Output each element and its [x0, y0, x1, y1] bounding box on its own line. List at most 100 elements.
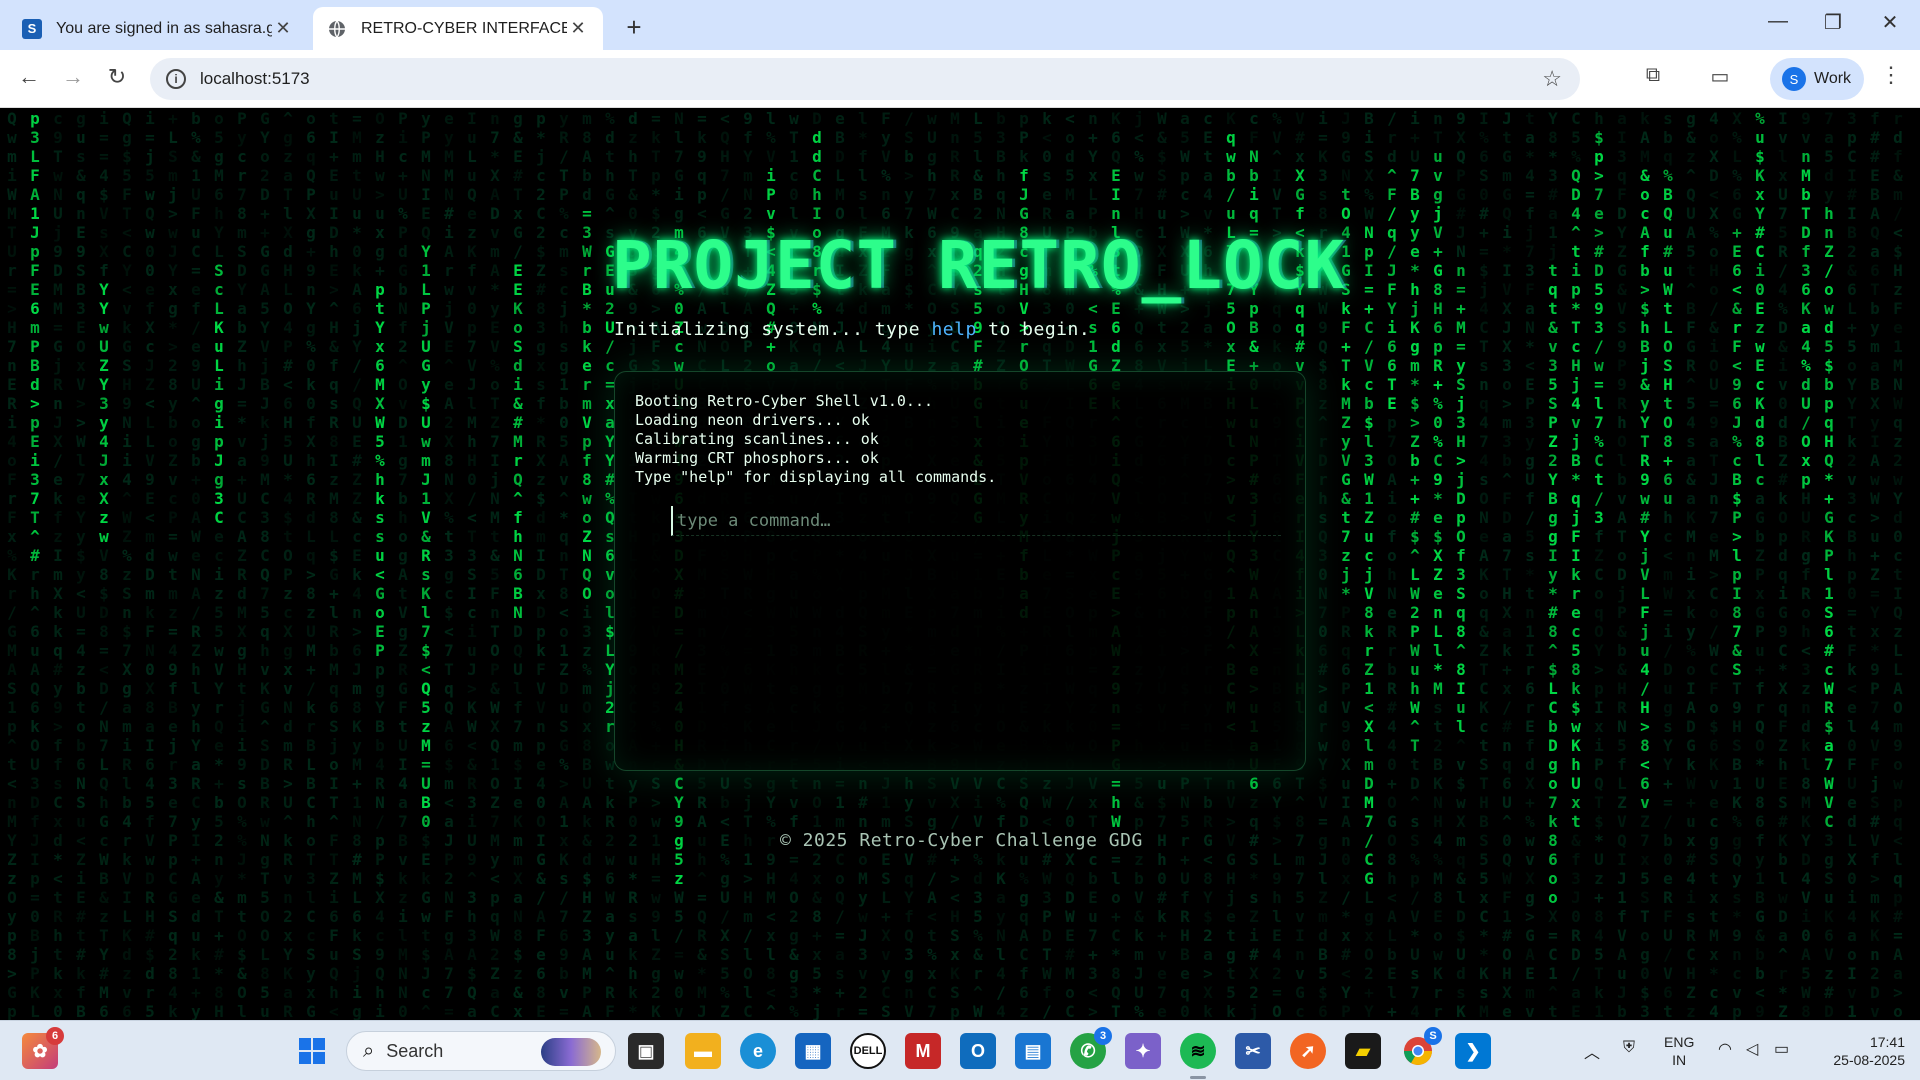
cast-search-icon[interactable]: ▭ [1705, 64, 1735, 89]
postman-icon[interactable]: ➚ [1290, 1033, 1326, 1069]
rain-column: g & E # T x G / E E K o S d i & # M r Q … [513, 109, 523, 1020]
rain-column: = M m t U u * 0 k A 6 j Y / / Q U E # Z … [352, 109, 362, 1020]
subtitle-suffix: to begin. [976, 319, 1091, 340]
wifi-icon[interactable]: ◠ [1718, 1039, 1732, 1059]
rain-column: k A M & o c A f b > $ h B j & y Y T R 9 … [1640, 109, 1650, 1020]
rain-column: ^ g z a T l X d H L O 4 P # < 6 H 5 U * … [283, 109, 293, 1020]
rain-column: n T u v g j V + G 8 H 6 p R + % 0 % C 9 … [1433, 109, 1443, 1020]
start-icon[interactable] [294, 1033, 330, 1069]
rain-column: e y M M N # i A r w j V E ^ e A 2 X 8 N … [444, 109, 454, 1020]
battery-icon[interactable]: ▭ [1774, 1039, 1789, 1059]
vscode-icon[interactable]: ❯ [1455, 1033, 1491, 1069]
volume-icon[interactable]: ◁ [1746, 1039, 1758, 1059]
site-info-icon[interactable]: i [166, 69, 186, 89]
whatsapp-badge: 3 [1094, 1027, 1112, 1045]
rain-column: B i S X % W N p I = + C / V c b $ l 3 W … [1364, 109, 1374, 1020]
browser-toolbar: ← → ↻ i localhost:5173 ☆ ⧉ ▭ S Work ⋮ [0, 50, 1920, 108]
notification-badge: 6 [46, 1027, 64, 1045]
subtitle-prefix: Initializing system... type [614, 319, 932, 340]
rain-column: J t G m G Q i * I V X J X 3 o > m 3 b ^ … [1502, 109, 1512, 1020]
bookmark-star-icon[interactable]: ☆ [1542, 66, 1562, 92]
rain-column: g & z ^ Q U A 5 t ^ B F G R ^ 5 4 s a & … [1686, 109, 1696, 1020]
whatsapp-icon[interactable]: ✆ 3 [1070, 1027, 1112, 1069]
new-tab-button[interactable]: + [618, 12, 650, 44]
mcafee-icon[interactable]: M [905, 1033, 941, 1069]
tab-signed-in[interactable]: S You are signed in as sahasra.g2 ✕ [8, 7, 308, 50]
rain-column: i + U 7 B y y e * h j K g m * $ > Z b + … [1410, 109, 1420, 1020]
task-view-icon[interactable]: ▣ [628, 1033, 664, 1069]
spotify-icon[interactable]: ≋ [1180, 1033, 1216, 1079]
taskbar-search[interactable]: ⌕ Search [346, 1031, 616, 1071]
file-explorer-icon[interactable]: ▬ [685, 1033, 721, 1069]
chrome-profile-badge: S [1424, 1027, 1442, 1045]
screen: S You are signed in as sahasra.g2 ✕ RETR… [0, 0, 1920, 1080]
widgets-icon[interactable]: ✿ 6 [22, 1027, 64, 1069]
close-window-icon[interactable]: ✕ [1870, 10, 1910, 35]
profile-button[interactable]: S Work [1770, 58, 1864, 100]
rain-column: o 5 g M 6 h Y L S c L K u L i g i p J g … [214, 109, 224, 1020]
terminal-line: Calibrating scanlines... ok [635, 430, 879, 448]
store-icon[interactable]: ▦ [795, 1033, 831, 1069]
tab-retro-cyber[interactable]: RETRO-CYBER INTERFACE ✕ [313, 7, 603, 50]
close-tab-icon[interactable]: ✕ [567, 18, 589, 39]
rain-column: C 5 % Q D 4 ^ t i p * T c H j 4 v j B * … [1571, 109, 1581, 1020]
menu-icon[interactable]: ⋮ [1880, 62, 1902, 88]
outlook-icon[interactable]: O [960, 1033, 996, 1069]
dell-icon[interactable]: DELL [850, 1033, 886, 1069]
windows-taskbar: ✿ 6 ⌕ Search ▣ ▬ e ▦ DELL M O ▤ ✆ 3 ✦ ≋ ✂ … [0, 1020, 1920, 1080]
page-viewport: Q w m i W M T U r = > H 7 n E R i 4 o F … [0, 109, 1920, 1020]
close-tab-icon[interactable]: ✕ [272, 18, 294, 39]
terminal-output: Booting Retro-Cyber Shell v1.0... Loadin… [635, 392, 996, 487]
profile-label: Work [1814, 70, 1852, 87]
extensions-icon[interactable]: ⧉ [1638, 64, 1668, 87]
page-footer: © 2025 Retro-Cyber Challenge GDG [776, 830, 1147, 851]
rain-column: y P M N I E Q Y 1 L P j U G y $ U w m J … [421, 109, 431, 1020]
page-title: PROJECT RETRO_LOCK [612, 227, 1346, 304]
system-clock[interactable]: 17:41 25-08-2025 [1815, 1033, 1905, 1069]
language-code: ENG [1664, 1034, 1695, 1050]
rain-column: Q w m i W M T U r = > H 7 n E R i 4 o F … [7, 109, 17, 1020]
address-bar[interactable]: i localhost:5173 ☆ [150, 58, 1580, 100]
rain-column: P y c r 7 8 m S D Y a b Z h J = * v a + … [237, 109, 247, 1020]
reload-icon[interactable]: ↻ [102, 64, 132, 90]
url-text: localhost:5173 [200, 69, 310, 88]
terminal-line: Type "help" for displaying all commands. [635, 468, 997, 486]
rain-column: m 8 A b d = 3 W r B * b k e r m V p f 8 … [582, 109, 592, 1020]
rain-column: I u L u Q e z K f v 0 p 7 V J l M h H 0 … [467, 109, 477, 1020]
game-app-icon[interactable]: ✦ [1125, 1033, 1161, 1069]
edge-icon[interactable]: e [740, 1033, 776, 1069]
command-input[interactable] [671, 506, 1281, 536]
active-indicator [1190, 1076, 1206, 1079]
globe-icon [327, 19, 347, 39]
rain-column: s b q % B Q u # u W t L O S H t O 8 + 6 … [1663, 109, 1673, 1020]
chrome-icon[interactable]: S [1400, 1027, 1442, 1069]
rain-column: I % 6 S 0 # + = $ j 4 C T s n q 4 7 4 s … [1479, 109, 1489, 1020]
rain-column: Q g $ 5 F T < C Y < v k G S H 9 N i i 4 … [122, 109, 132, 1020]
show-hidden-icons[interactable]: ︿ [1584, 1039, 1600, 1063]
rain-column: 4 o X D < X % o H o / & i O U = 9 a T J … [1709, 109, 1719, 1020]
news-icon[interactable]: ▤ [1015, 1033, 1051, 1069]
terminal-line: Loading neon drivers... ok [635, 411, 870, 429]
back-icon[interactable]: ← [14, 64, 44, 90]
rain-column: 9 v n M b T D f 3 6 K a 4 % d U / O x p … [1801, 109, 1811, 1020]
sticky-notes-icon[interactable]: ▰ [1345, 1033, 1381, 1069]
rain-column: I v l x U 7 5 R / 4 % D & i v 0 d B Z # … [1778, 109, 1788, 1020]
snipping-app-icon[interactable]: ✂ [1235, 1033, 1271, 1069]
forward-icon[interactable]: → [58, 64, 88, 90]
language-indicator[interactable]: ENG IN [1664, 1033, 1694, 1069]
rain-column: n 7 * X A D v m A * y E V % o T Z 7 I j … [490, 109, 500, 1020]
page-subtitle: Initializing system... type help to begi… [614, 319, 1090, 340]
rain-column: + L S m j > w J Y x g * > 2 8 y b o Z v … [168, 109, 178, 1020]
browser-tab-strip: S You are signed in as sahasra.g2 ✕ RETR… [0, 0, 1920, 50]
subtitle-keyword: help [931, 319, 977, 340]
maximize-icon[interactable]: ❐ [1813, 10, 1853, 35]
rain-column: g u s & q n E 9 S B 3 E O x V > > W l 7 … [76, 109, 86, 1020]
rain-column: Y 8 * 3 # a 1 j t q t & v 3 5 S P Z 2 Y … [1548, 109, 1558, 1020]
rain-column: 3 p C I # I B 2 & 6 L + 5 o Y Y T k 2 v … [1847, 109, 1857, 1020]
minimize-icon[interactable]: — [1758, 10, 1798, 33]
avatar: S [1782, 67, 1806, 91]
rain-column: c 9 T w N U j 9 D M M = G j R n J X / e … [53, 109, 63, 1020]
search-label: Search [386, 1040, 444, 1061]
security-icon[interactable]: ⛨ [1623, 1039, 1635, 1057]
region-code: IN [1672, 1052, 1687, 1068]
